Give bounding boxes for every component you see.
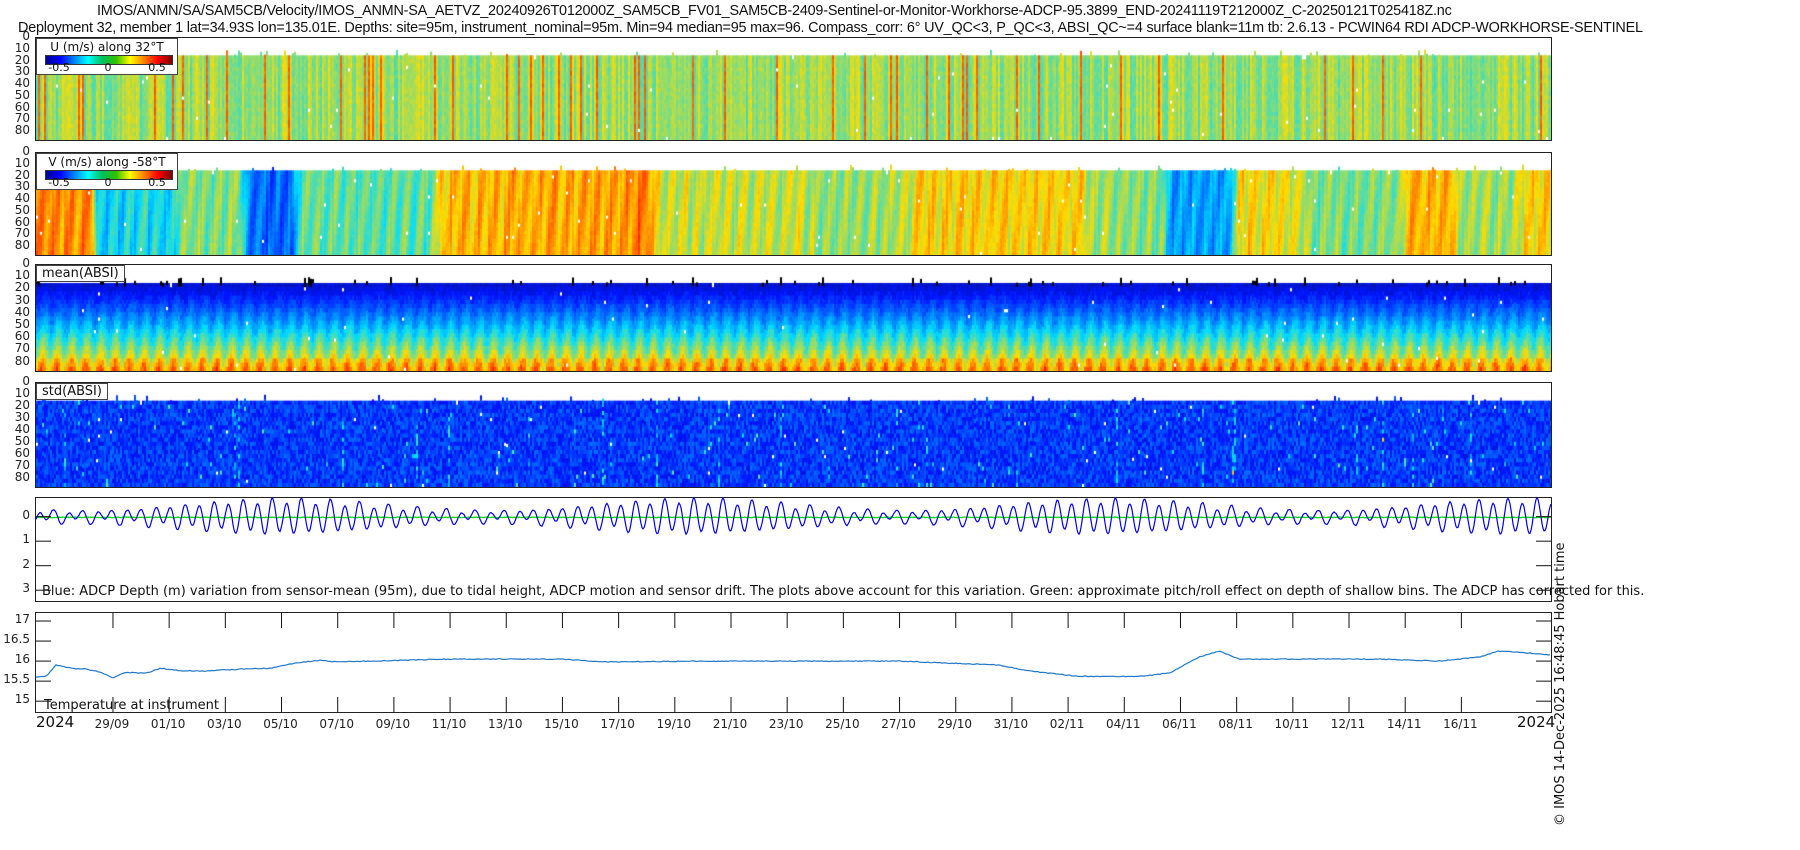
y-tick-label: 15	[14, 692, 30, 707]
x-tick-label: 02/11	[1049, 717, 1085, 731]
x-tick-label: 27/10	[881, 717, 916, 731]
x-tick-label: 11/10	[431, 717, 467, 731]
x-tick-label: 08/11	[1218, 717, 1253, 731]
u-legend-title: U (m/s) along 32°T	[50, 40, 164, 54]
v-velocity-heatmap	[36, 153, 1551, 255]
v-colorbar-legend: V (m/s) along -58°T -0.5 0 0.5	[36, 153, 178, 190]
pitch-roll-line	[35, 516, 1552, 519]
colorbar-tick: 0	[104, 176, 112, 189]
x-tick-label: 13/10	[487, 717, 523, 731]
y-tick-label: 0	[22, 507, 30, 522]
x-tick-label: 04/11	[1105, 717, 1141, 731]
y-tick-label: 3	[22, 581, 30, 596]
x-tick-label: 16/11	[1443, 717, 1478, 731]
x-tick-label: 21/10	[712, 717, 748, 731]
temperature-plot	[36, 613, 1551, 712]
colorbar-tick: 0.5	[148, 61, 166, 74]
colorbar-tick: -0.5	[48, 61, 70, 74]
x-tick-label: 19/10	[656, 717, 692, 731]
y-tick-label: 80	[14, 238, 30, 252]
y-tick-label: 2	[22, 556, 30, 571]
x-tick-label: 15/10	[544, 717, 579, 731]
y-tick-label: 80	[14, 469, 30, 484]
v-legend-title: V (m/s) along -58°T	[48, 155, 166, 169]
depth-annotation: Blue: ADCP Depth (m) variation from sens…	[42, 584, 1645, 599]
x-tick-label: 12/11	[1330, 717, 1366, 731]
temperature-annotation: Temperature at instrument	[44, 698, 219, 713]
colorbar-tick: 0	[104, 61, 112, 74]
y-tick-label: 1	[22, 532, 30, 547]
x-axis-start-year: 2024	[36, 713, 75, 731]
x-tick-label: 03/10	[207, 717, 242, 731]
x-tick-label: 29/10	[937, 717, 973, 731]
plot-title-line1: IMOS/ANMN/SA/SAM5CB/Velocity/IMOS_ANMN-S…	[97, 3, 1452, 19]
temperature-line	[36, 650, 1551, 679]
x-tick-label: 05/10	[263, 717, 298, 731]
x-tick-label: 29/09	[94, 717, 130, 731]
credit-text: © IMOS 14-Dec-2025 16:48:45 Hobart time	[1553, 542, 1568, 826]
std-absi-panel: std(ABSI)	[35, 382, 1552, 488]
u-velocity-panel: U (m/s) along 32°T -0.5 0 0.5	[35, 37, 1552, 141]
depth-variation-line	[35, 496, 1552, 536]
y-tick-label: 16	[14, 652, 30, 667]
x-tick-label: 07/10	[319, 717, 354, 731]
mean-absi-label: mean(ABSI)	[36, 265, 125, 282]
x-tick-label: 10/11	[1274, 717, 1310, 731]
y-tick-label: 16.5	[3, 632, 30, 647]
y-tick-label: 80	[14, 123, 30, 137]
plot-title-line2: Deployment 32, member 1 lat=34.93S lon=1…	[18, 20, 1643, 36]
x-tick-label: 17/10	[600, 717, 635, 731]
colorbar-tick: 0.5	[148, 176, 166, 189]
v-velocity-panel: V (m/s) along -58°T -0.5 0 0.5	[35, 152, 1552, 256]
x-tick-label: 31/10	[993, 717, 1029, 731]
mean-absi-panel: mean(ABSI)	[35, 264, 1552, 372]
mean-absi-heatmap	[36, 265, 1551, 371]
colorbar-tick: -0.5	[48, 176, 70, 189]
temperature-panel	[35, 612, 1552, 713]
y-tick-label: 17	[14, 612, 30, 627]
y-tick-label: 80	[14, 353, 30, 368]
x-axis-end-year: 2024	[1517, 713, 1556, 731]
x-tick-label: 06/11	[1162, 717, 1197, 731]
x-tick-label: 14/11	[1386, 717, 1422, 731]
u-colorbar-legend: U (m/s) along 32°T -0.5 0 0.5	[36, 38, 178, 75]
x-tick-label: 25/10	[825, 717, 860, 731]
std-absi-heatmap	[36, 383, 1551, 487]
std-absi-label: std(ABSI)	[36, 383, 108, 400]
u-velocity-heatmap	[36, 38, 1551, 140]
y-tick-label: 15.5	[3, 672, 30, 687]
x-tick-label: 01/10	[150, 717, 186, 731]
x-tick-label: 09/10	[375, 717, 411, 731]
x-tick-label: 23/10	[768, 717, 804, 731]
